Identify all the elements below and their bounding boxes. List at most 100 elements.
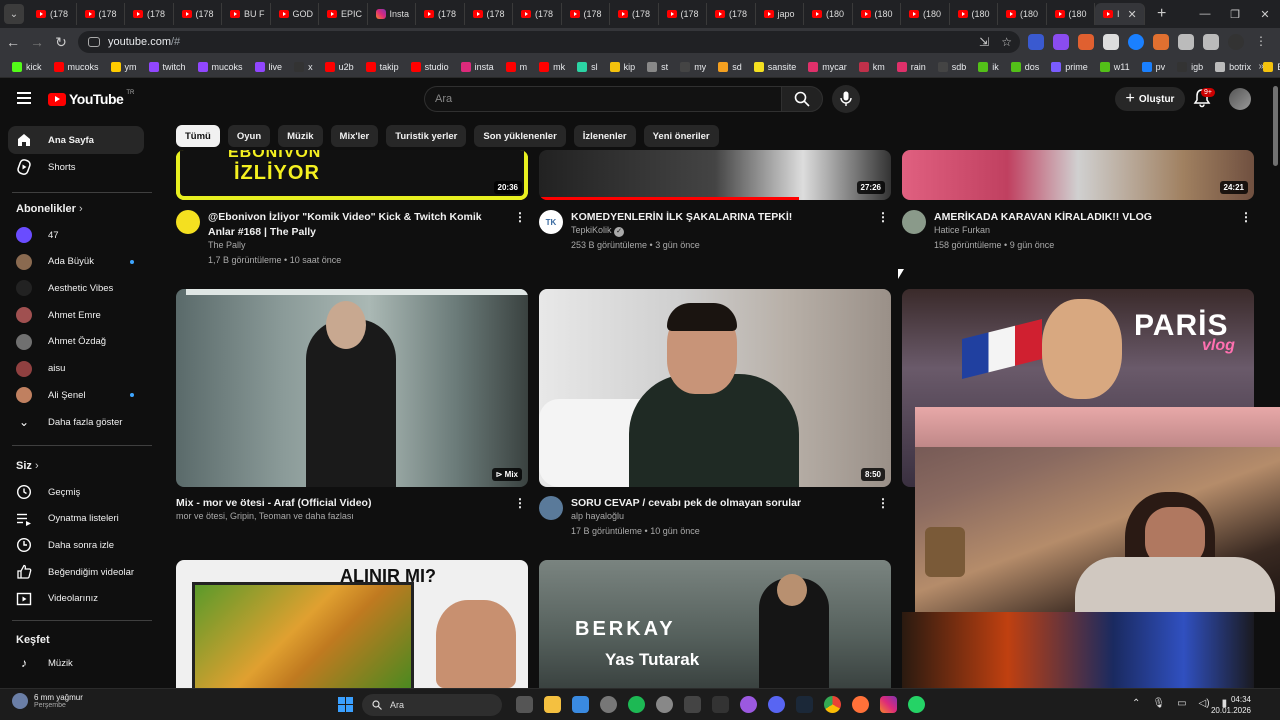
sidebar-subscription[interactable]: Aesthetic Vibes	[8, 274, 144, 302]
bookmark-item[interactable]: st	[641, 61, 674, 72]
create-button[interactable]: + Oluştur	[1115, 87, 1185, 111]
browser-tab[interactable]: (178	[77, 3, 125, 25]
channel-name[interactable]: TepkiKolik	[571, 225, 612, 235]
browser-tab[interactable]: (180	[950, 3, 998, 25]
browser-tab[interactable]: (178	[465, 3, 513, 25]
bookmark-item[interactable]: sd	[712, 61, 748, 72]
bookmark-item[interactable]: live	[249, 61, 289, 72]
video-thumbnail[interactable]: 27:26	[539, 150, 891, 200]
bookmark-item[interactable]: m	[500, 61, 534, 72]
browser-tab[interactable]: BU F	[222, 3, 271, 25]
voice-search-button[interactable]	[832, 85, 860, 113]
extension-icon[interactable]	[1103, 34, 1119, 50]
settings-icon[interactable]	[600, 696, 617, 713]
extension-icon[interactable]	[1128, 34, 1144, 50]
channel-avatar[interactable]: TK	[539, 210, 563, 234]
taskbar-clock[interactable]: 04:34 20.01.2026	[1211, 694, 1251, 716]
firefox-icon[interactable]	[852, 696, 869, 713]
bookmark-item[interactable]: mycar	[802, 61, 853, 72]
tab-search-button[interactable]: ⌄	[4, 4, 24, 24]
chrome-icon[interactable]	[824, 696, 841, 713]
extensions-puzzle-icon[interactable]	[1203, 34, 1219, 50]
bookmark-item[interactable]: mk	[533, 61, 571, 72]
forward-button[interactable]: →	[26, 34, 48, 50]
extension-icon[interactable]	[1178, 34, 1194, 50]
windows-start-icon[interactable]	[338, 697, 353, 712]
app-icon[interactable]	[684, 696, 701, 713]
filter-chip[interactable]: Oyun	[227, 125, 271, 147]
browser-tab[interactable]: (178	[610, 3, 659, 25]
bookmark-item[interactable]: kick	[6, 61, 48, 72]
subscriptions-heading[interactable]: Abonelikler ›	[16, 203, 83, 215]
video-thumbnail[interactable]	[902, 612, 1254, 688]
filter-chip[interactable]: Turistik yerler	[386, 125, 467, 147]
extension-icon[interactable]	[1053, 34, 1069, 50]
video-title[interactable]: @Ebonivon İzliyor "Komik Video" Kick & T…	[208, 210, 508, 240]
search-button[interactable]	[781, 86, 823, 112]
site-info-icon[interactable]	[88, 37, 100, 47]
bookmark-item[interactable]: twitch	[143, 61, 192, 72]
new-tab-button[interactable]: +	[1157, 5, 1166, 23]
browser-tab[interactable]: I ✕	[1095, 3, 1145, 25]
more-actions-icon[interactable]: ⋮	[877, 210, 889, 224]
video-thumbnail[interactable]: ⊳ Mix	[176, 289, 528, 487]
minimize-button[interactable]: —	[1190, 8, 1220, 20]
discord-icon[interactable]	[768, 696, 785, 713]
bookmark-item[interactable]: sansite	[748, 61, 803, 72]
maximize-button[interactable]: ❐	[1220, 8, 1250, 21]
sidebar-subscription[interactable]: aisu	[8, 355, 144, 383]
sidebar-item-home[interactable]: Ana Sayfa	[8, 126, 144, 154]
sidebar-subscription[interactable]: Ada Büyük	[8, 248, 144, 276]
network-icon[interactable]: ▭	[1177, 698, 1186, 709]
volume-icon[interactable]: ◁)	[1199, 698, 1210, 709]
browser-tab[interactable]: (180	[1047, 3, 1095, 25]
bookmark-item[interactable]: dos	[1005, 61, 1046, 72]
channel-avatar[interactable]	[176, 210, 200, 234]
bookmark-item[interactable]: my	[674, 61, 712, 72]
sidebar-item-you[interactable]: Beğendiğim videolar	[8, 558, 144, 586]
channel-name[interactable]: The Pally	[208, 240, 246, 250]
headphones-app-icon[interactable]	[628, 696, 645, 713]
browser-tab[interactable]: (178	[125, 3, 174, 25]
bookmark-item[interactable]: rain	[891, 61, 932, 72]
close-window-button[interactable]: ✕	[1250, 8, 1280, 21]
sidebar-item-music[interactable]: ♪ Müzik	[8, 649, 144, 677]
channel-name[interactable]: alp hayaloğlu	[571, 511, 624, 521]
weather-widget[interactable]: 6 mm yağmur Perşembe	[12, 693, 83, 709]
sidebar-item-you[interactable]: Videolarınız	[8, 585, 144, 613]
browser-tab[interactable]: (180	[998, 3, 1047, 25]
bookmark-item[interactable]: igb	[1171, 61, 1209, 72]
microphone-icon[interactable]: 🎙	[1152, 698, 1165, 709]
url-text[interactable]: youtube.com/#	[108, 36, 180, 48]
more-actions-icon[interactable]: ⋮	[514, 496, 526, 510]
browser-tab[interactable]: (178	[416, 3, 465, 25]
channel-avatar[interactable]	[539, 496, 563, 520]
bookmark-item[interactable]: km	[853, 61, 891, 72]
extension-icon[interactable]	[1153, 34, 1169, 50]
sidebar-subscription[interactable]: Ahmet Emre	[8, 301, 144, 329]
video-thumbnail[interactable]: EBONIVON İZLİYOR 20:36	[176, 150, 528, 200]
instagram-icon[interactable]	[880, 696, 897, 713]
bookmark-item[interactable]: insta	[455, 61, 500, 72]
app-icon[interactable]	[712, 696, 729, 713]
bookmark-item[interactable]: mucoks	[48, 61, 105, 72]
bookmark-item[interactable]: mucoks	[192, 61, 249, 72]
tray-overflow-icon[interactable]: ⌃	[1132, 698, 1140, 709]
page-scrollbar[interactable]	[1271, 82, 1280, 688]
close-tab-icon[interactable]: ✕	[1128, 8, 1137, 21]
sidebar-subscription[interactable]: Ahmet Özdağ	[8, 328, 144, 356]
video-thumbnail[interactable]: BERKAY Yas Tutarak	[539, 560, 891, 688]
file-explorer-icon[interactable]	[544, 696, 561, 713]
bookmark-star-icon[interactable]: ☆	[1001, 35, 1012, 49]
browser-tab[interactable]: (178	[659, 3, 707, 25]
bookmark-item[interactable]: u2b	[319, 61, 360, 72]
bookmark-item[interactable]: sl	[571, 61, 604, 72]
github-icon[interactable]	[656, 696, 673, 713]
app-icon[interactable]	[740, 696, 757, 713]
extension-icon[interactable]	[1028, 34, 1044, 50]
reload-button[interactable]: ↻	[50, 34, 72, 51]
extension-icon[interactable]	[1078, 34, 1094, 50]
filter-chip[interactable]: Müzik	[278, 125, 323, 147]
sidebar-item-you[interactable]: Daha sonra izle	[8, 531, 144, 559]
video-title[interactable]: AMERİKADA KARAVAN KİRALADIK!! VLOG	[934, 210, 1234, 225]
